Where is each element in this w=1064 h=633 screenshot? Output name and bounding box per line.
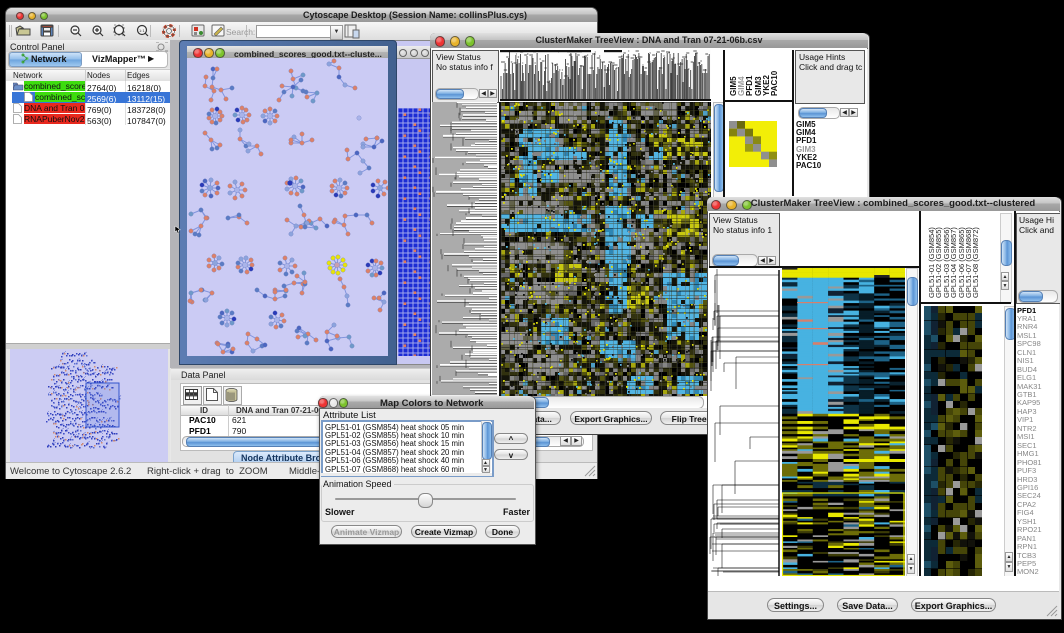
svg-text:1:1: 1:1 <box>139 28 145 33</box>
